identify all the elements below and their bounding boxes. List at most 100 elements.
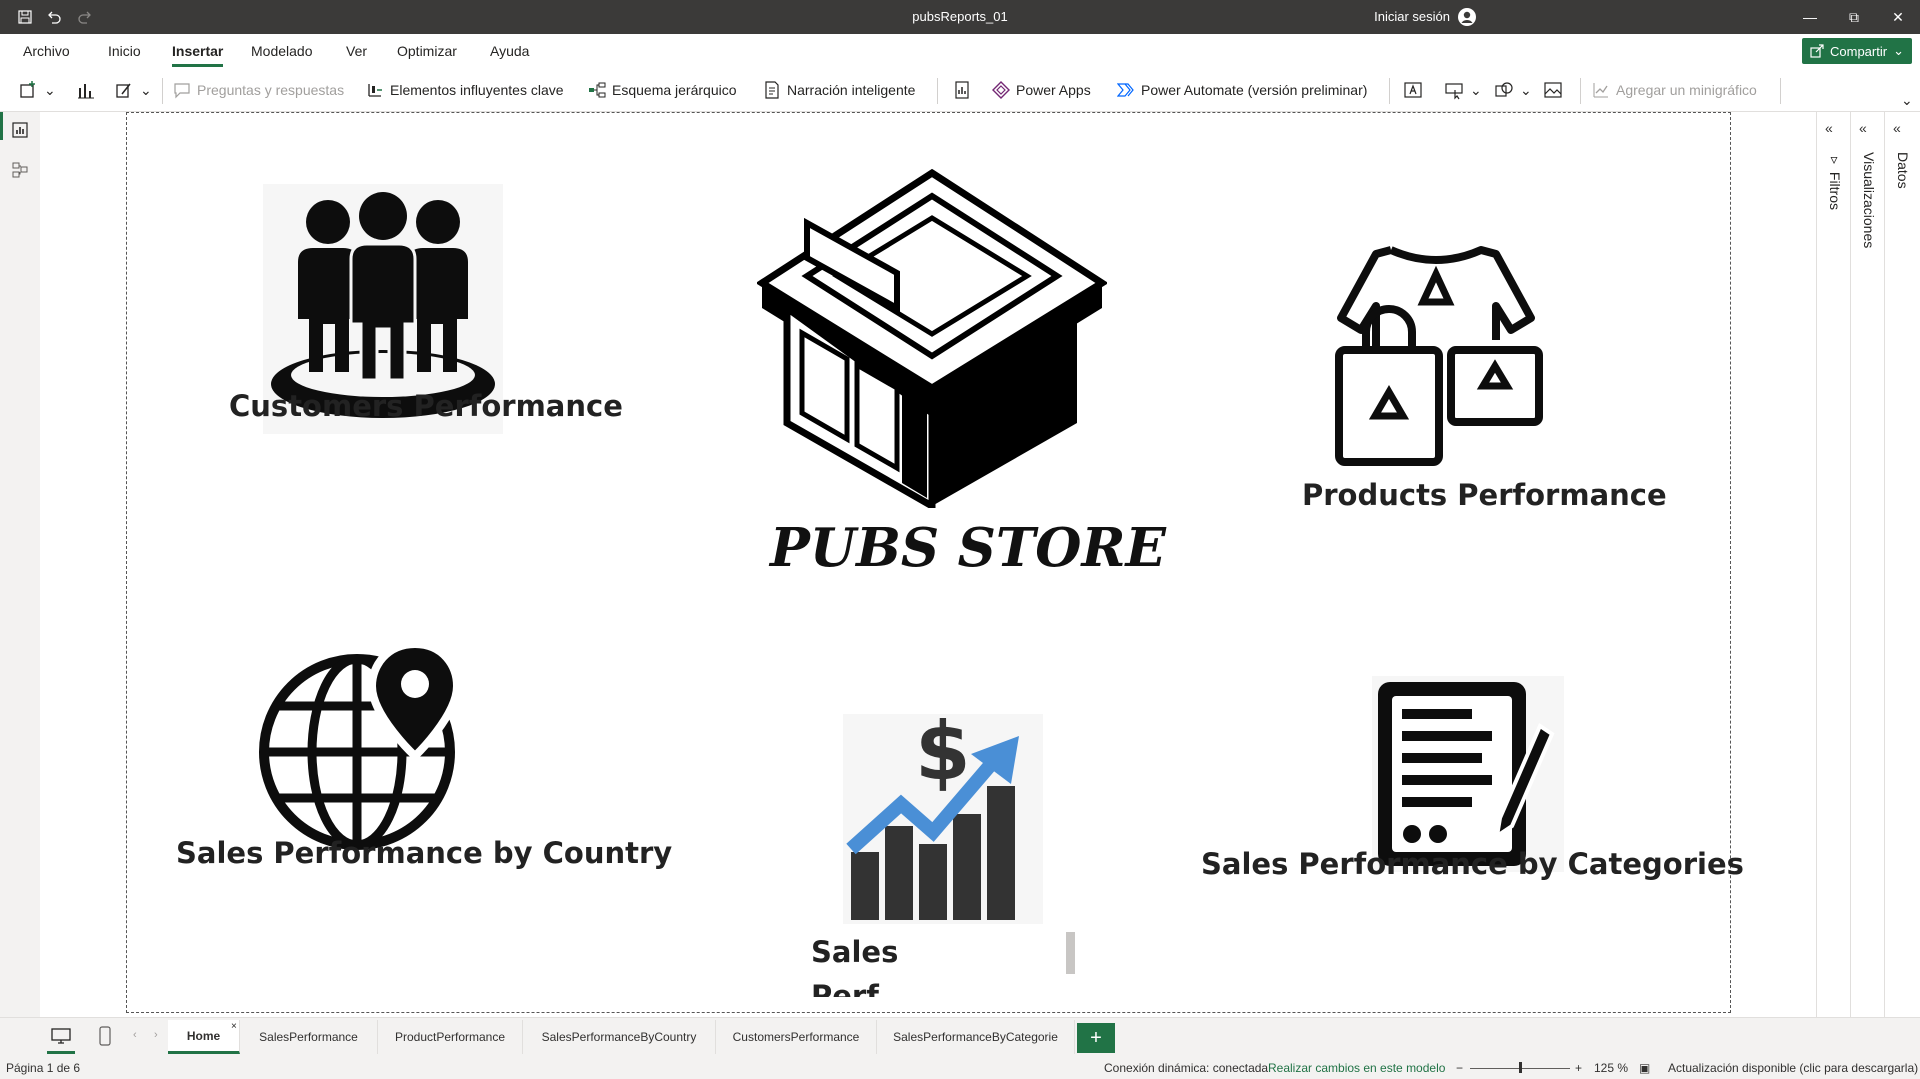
- share-label: Compartir: [1830, 43, 1888, 59]
- products-performance-title[interactable]: Products Performance: [1302, 478, 1667, 512]
- menu-inicio[interactable]: Inicio: [108, 43, 141, 59]
- chart-button[interactable]: [76, 78, 96, 102]
- shapes-button[interactable]: ⌄: [1494, 78, 1532, 102]
- model-view-icon[interactable]: [8, 158, 32, 182]
- chevron-down-icon: ⌄: [1520, 81, 1532, 98]
- desktop-layout-underline: [47, 1051, 75, 1054]
- tab-sales-performance-by-country[interactable]: SalesPerformanceByCountry: [523, 1020, 716, 1054]
- ribbon-separator: [1780, 78, 1781, 104]
- sparkline-icon: [1593, 83, 1608, 98]
- restore-button[interactable]: ⧉: [1834, 4, 1874, 30]
- paginated-report-button[interactable]: [953, 78, 971, 102]
- data-pane[interactable]: « Datos: [1884, 112, 1920, 1017]
- shapes-icon: [1495, 82, 1513, 97]
- minimize-button[interactable]: —: [1790, 4, 1830, 30]
- menu-ayuda[interactable]: Ayuda: [490, 43, 529, 59]
- customers-performance-title[interactable]: Customers Performance: [229, 389, 623, 423]
- ribbon-separator: [1580, 78, 1581, 104]
- key-influencers-button[interactable]: Elementos influyentes clave: [366, 78, 564, 102]
- key-influencers-icon: [368, 84, 382, 97]
- categories-card[interactable]: [1372, 676, 1564, 872]
- sales-card[interactable]: $: [843, 705, 1043, 924]
- close-tab-icon[interactable]: ×: [231, 1021, 237, 1032]
- sales-title-clip: Perf: [811, 979, 1011, 997]
- visuals-gallery-icon: [116, 83, 131, 98]
- collapse-left-icon[interactable]: «: [1893, 120, 1901, 136]
- tab-sales-performance-by-categorie[interactable]: SalesPerformanceByCategorie: [877, 1020, 1075, 1054]
- filters-pane-label: ▿ Filtros: [1827, 152, 1843, 211]
- tab-sales-performance[interactable]: SalesPerformance: [240, 1020, 378, 1054]
- menu-modelado[interactable]: Modelado: [251, 43, 313, 59]
- power-apps-button[interactable]: Power Apps: [992, 78, 1091, 102]
- ribbon-separator: [937, 78, 938, 104]
- buttons-button[interactable]: ⌄: [1444, 78, 1482, 102]
- edit-model-link[interactable]: Realizar cambios en este modelo: [1268, 1061, 1445, 1075]
- menu-archivo[interactable]: Archivo: [23, 43, 70, 59]
- decomposition-tree-button[interactable]: Esquema jerárquico: [588, 78, 737, 102]
- chevron-down-icon: ⌄: [1893, 43, 1904, 58]
- smart-narrative-button[interactable]: Narración inteligente: [763, 78, 915, 102]
- menu-ver[interactable]: Ver: [346, 43, 367, 59]
- categories-performance-title[interactable]: Sales Performance by Categories: [1201, 847, 1744, 881]
- sparkline-button[interactable]: Agregar un minigráfico: [1592, 78, 1757, 102]
- prev-page-icon[interactable]: ‹: [133, 1029, 137, 1041]
- sales-performance-title-line2: Perf: [811, 979, 879, 997]
- text-box-button[interactable]: [1403, 78, 1423, 102]
- tab-home[interactable]: Home: [168, 1020, 240, 1054]
- close-button[interactable]: ✕: [1878, 4, 1918, 30]
- shopping-bags-icon: [1335, 246, 1543, 466]
- menu-optimizar[interactable]: Optimizar: [397, 43, 457, 59]
- visualizations-pane-label: Visualizaciones: [1861, 152, 1877, 249]
- menu-insertar[interactable]: Insertar: [172, 43, 224, 67]
- country-performance-title[interactable]: Sales Performance by Country: [176, 836, 672, 870]
- globe-pin-icon: [259, 639, 462, 850]
- country-card[interactable]: [257, 639, 462, 854]
- smart-narrative-label: Narración inteligente: [787, 82, 916, 98]
- power-apps-icon: [992, 81, 1010, 99]
- qa-button[interactable]: Preguntas y respuestas: [173, 78, 344, 102]
- update-available[interactable]: Actualización disponible (clic para desc…: [1668, 1061, 1918, 1075]
- report-page: Customers Performance PUBS STORE Product…: [126, 112, 1744, 1013]
- fit-to-page-icon[interactable]: ▣: [1639, 1061, 1650, 1075]
- mobile-layout-icon[interactable]: [98, 1026, 112, 1051]
- collapse-left-icon[interactable]: «: [1859, 120, 1867, 136]
- sparkline-label: Agregar un minigráfico: [1616, 82, 1757, 98]
- signin-link[interactable]: Iniciar sesión: [1374, 9, 1450, 24]
- new-visual-button[interactable]: ⌄: [18, 78, 56, 102]
- zoom-in-icon[interactable]: +: [1575, 1061, 1582, 1075]
- document-edit-icon: [1378, 682, 1555, 866]
- data-pane-label: Datos: [1895, 152, 1911, 189]
- share-button[interactable]: Compartir ⌄: [1802, 38, 1912, 64]
- zoom-slider-thumb[interactable]: [1519, 1062, 1522, 1073]
- report-view-icon[interactable]: [8, 118, 32, 142]
- button-icon: [1445, 83, 1463, 100]
- page-indicator: Página 1 de 6: [6, 1061, 81, 1075]
- next-page-icon[interactable]: ›: [154, 1029, 158, 1041]
- ribbon-separator: [162, 78, 163, 104]
- add-page-button[interactable]: +: [1077, 1023, 1115, 1053]
- image-button[interactable]: [1543, 78, 1563, 102]
- title-bar: pubsReports_01 Iniciar sesión — ⧉ ✕: [0, 0, 1920, 34]
- connection-status: Conexión dinámica: conectada: [1104, 1061, 1269, 1075]
- sales-performance-title-line1[interactable]: Sales: [811, 935, 898, 969]
- zoom-out-icon[interactable]: −: [1456, 1061, 1463, 1075]
- collapse-left-icon[interactable]: «: [1825, 120, 1833, 136]
- power-apps-label: Power Apps: [1016, 82, 1091, 98]
- power-automate-button[interactable]: Power Automate (versión preliminar): [1117, 78, 1367, 102]
- visualizations-pane[interactable]: « Visualizaciones: [1850, 112, 1884, 1017]
- share-icon: [1810, 44, 1824, 58]
- active-view-indicator: [0, 112, 3, 140]
- document-title: pubsReports_01: [912, 9, 1008, 24]
- account-icon[interactable]: [1456, 6, 1478, 28]
- tab-customers-performance[interactable]: CustomersPerformance: [716, 1020, 877, 1054]
- products-card[interactable]: [1331, 240, 1551, 470]
- filters-pane[interactable]: « ▿ Filtros: [1816, 112, 1850, 1017]
- chevron-down-icon: ⌄: [44, 81, 56, 98]
- paginated-report-icon: [955, 81, 969, 99]
- ribbon-collapse-icon[interactable]: ⌄: [1901, 88, 1913, 112]
- desktop-layout-icon[interactable]: [50, 1027, 72, 1050]
- filter-icon: ▿: [1827, 152, 1843, 172]
- visuals-gallery-button[interactable]: ⌄: [114, 78, 152, 102]
- textbox-scrollbar[interactable]: [1066, 932, 1075, 974]
- tab-product-performance[interactable]: ProductPerformance: [378, 1020, 523, 1054]
